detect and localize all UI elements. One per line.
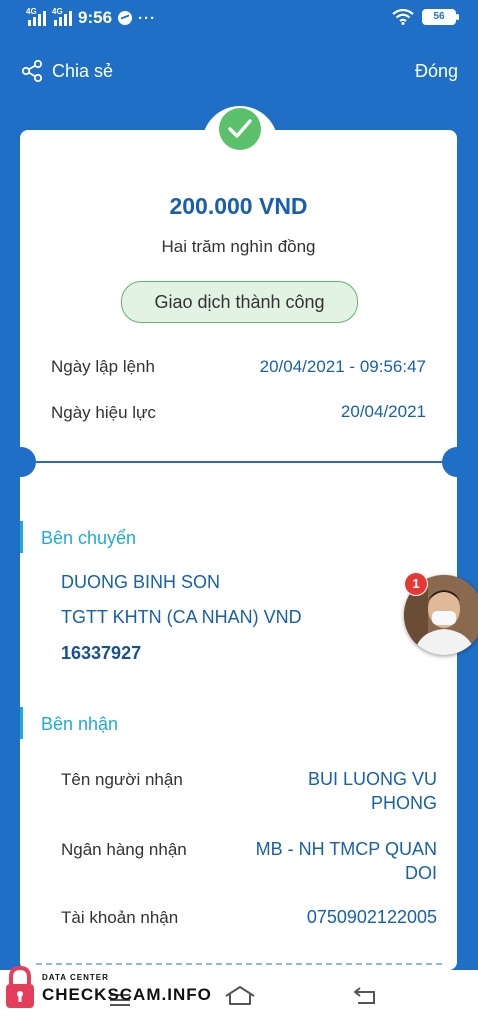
sender-name: DUONG BINH SON — [61, 572, 221, 592]
network-type-1: 4G — [26, 7, 37, 16]
order-date-value: 20/04/2021 - 09:56:47 — [259, 357, 426, 376]
watermark-small: DATA CENTER — [42, 972, 109, 982]
receiver-name-line2: PHONG — [370, 793, 437, 813]
sender-account-number: 16337927 — [61, 643, 142, 663]
receiver-bank-label: Ngân hàng nhận — [61, 840, 187, 859]
sender-account-type: TGTT KHTN (CA NHAN) VND — [61, 607, 302, 627]
status-right: 56 — [392, 9, 459, 25]
status-time: 9:56 — [78, 8, 113, 27]
card-dashed-divider — [36, 963, 442, 965]
watermark-text: DATA CENTER CHECKSCAM.INFO — [42, 972, 212, 1004]
success-check-icon — [219, 108, 261, 150]
card-notch-left — [6, 447, 36, 477]
receiver-name-line1: BUI LUONG VU — [307, 769, 437, 789]
status-bar: 4G 4G 9:56 ··· 56 — [0, 0, 478, 37]
sender-section-title: Bên chuyển — [41, 528, 137, 548]
more-notifications-icon: ··· — [138, 9, 157, 27]
amount-in-words: Hai trăm nghìn đồng — [161, 237, 316, 256]
network-type-2: 4G — [52, 7, 63, 16]
effective-date-value: 20/04/2021 — [340, 402, 426, 421]
watermark: DATA CENTER CHECKSCAM.INFO — [4, 966, 212, 1010]
chat-head-badge: 1 — [404, 572, 428, 596]
watermark-big: CHECKSCAM.INFO — [42, 984, 212, 1004]
receiver-bank-line1: MB - NH TMCP QUAN — [255, 839, 437, 859]
signal-icon-2: 4G — [52, 7, 72, 26]
lock-icon — [6, 966, 34, 1008]
signal-icon: 4G — [26, 7, 46, 26]
wifi-icon — [392, 9, 414, 25]
receiver-section-title: Bên nhận — [41, 714, 119, 734]
share-button[interactable]: Chia sẻ — [20, 59, 113, 83]
battery-icon: 56 — [422, 9, 459, 25]
receiver-name-value: BUI LUONG VU PHONG — [308, 767, 437, 815]
receiver-account-value: 0750902122005 — [306, 907, 437, 927]
home-button[interactable] — [223, 984, 257, 1011]
transfer-amount: 200.000 VND — [169, 193, 308, 219]
share-icon — [21, 59, 43, 83]
card-notch-right — [442, 447, 472, 477]
receiver-name-label: Tên người nhận — [61, 770, 183, 789]
card-divider — [36, 461, 442, 463]
sender-section-marker — [20, 521, 23, 553]
close-button[interactable]: Đóng — [415, 61, 458, 82]
status-left: 4G 4G 9:56 ··· — [26, 7, 157, 28]
home-icon — [225, 986, 255, 1005]
receiver-account-label: Tài khoản nhận — [61, 908, 179, 927]
receiver-section-marker — [20, 707, 23, 739]
receiver-bank-value: MB - NH TMCP QUAN DOI — [256, 837, 437, 885]
status-badge: Giao dịch thành công — [121, 281, 358, 323]
messenger-icon — [118, 11, 133, 25]
receiver-bank-line2: DOI — [404, 863, 437, 883]
back-button[interactable] — [352, 984, 378, 1011]
effective-date-label: Ngày hiệu lực — [51, 403, 156, 422]
share-label: Chia sẻ — [52, 60, 114, 81]
order-date-label: Ngày lập lệnh — [51, 357, 155, 376]
back-icon — [354, 987, 375, 1004]
